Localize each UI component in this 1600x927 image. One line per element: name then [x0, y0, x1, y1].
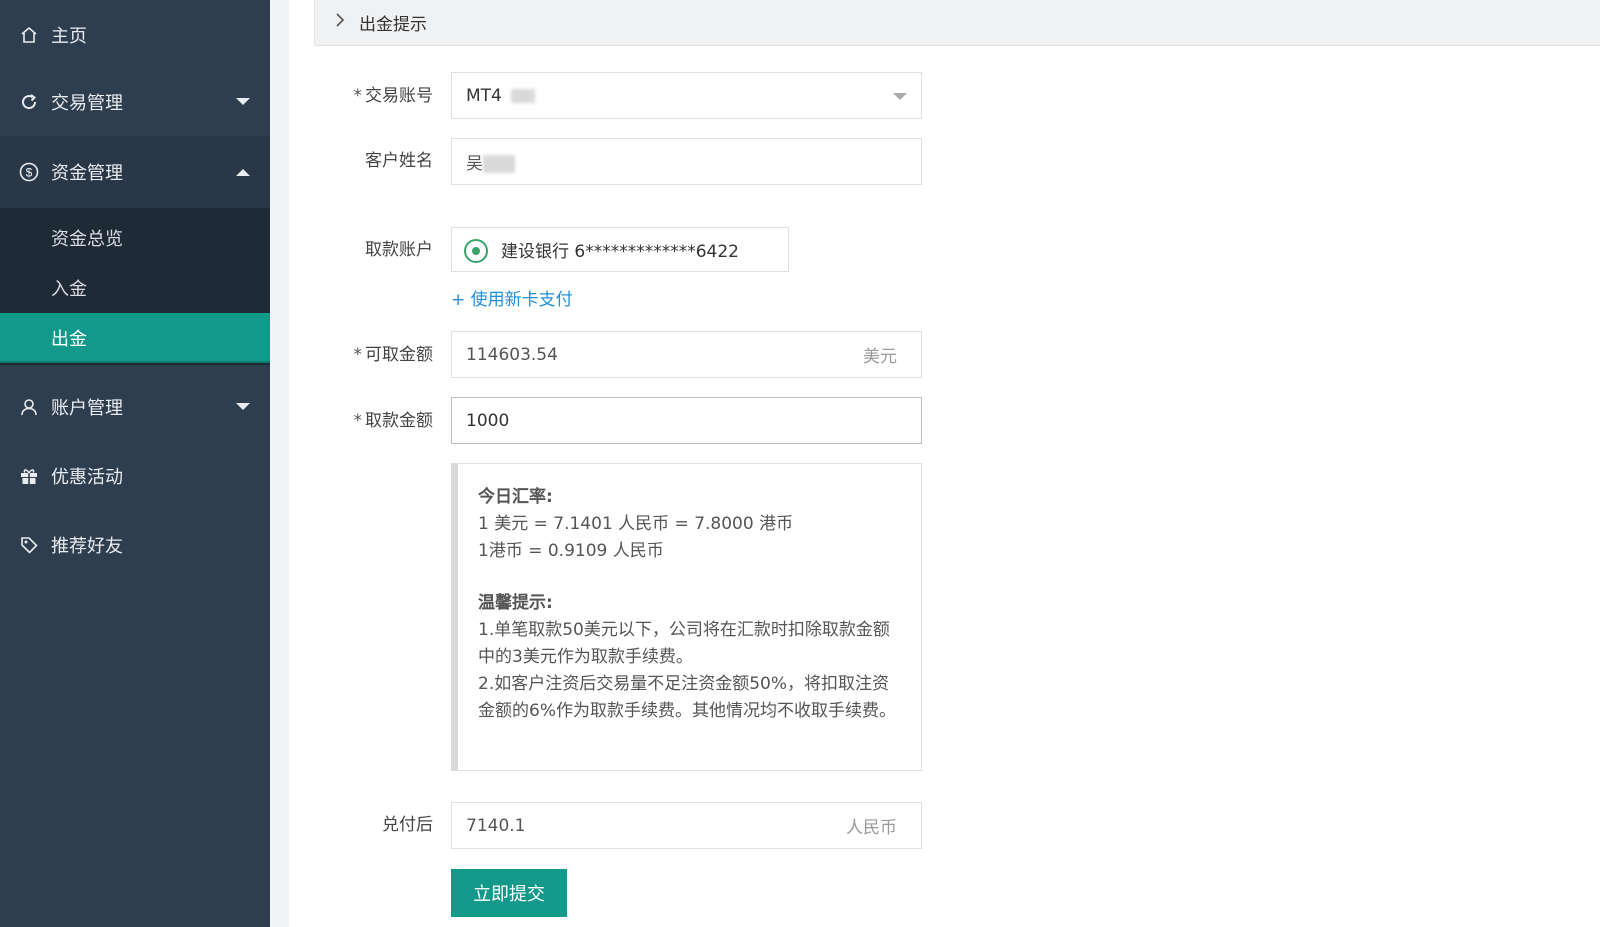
sidebar-item-fund-management[interactable]: $ 资金管理: [0, 136, 270, 208]
available-amount-field: 114603.54 美元: [451, 331, 922, 378]
fund-submenu: 资金总览 入金 出金: [0, 208, 270, 365]
sidebar-item-home[interactable]: 主页: [0, 0, 270, 69]
sidebar-item-label: 账户管理: [51, 397, 123, 419]
submenu-item-deposit[interactable]: 入金: [0, 263, 270, 313]
sidebar-item-promotions[interactable]: 优惠活动: [0, 441, 270, 510]
sidebar-item-label: 主页: [51, 25, 87, 47]
sidebar-item-label: 优惠活动: [51, 466, 123, 488]
rate-line-1: 1 美元 = 7.1401 人民币 = 7.8000 港币: [478, 514, 794, 534]
masked-name: [483, 155, 515, 173]
customer-name-value: 吴: [466, 154, 483, 174]
withdraw-account-label: 取款账户: [365, 240, 433, 260]
submenu-item-fund-overview[interactable]: 资金总览: [0, 213, 270, 263]
chevron-right-icon: [335, 13, 345, 31]
customer-name-field: 吴: [451, 138, 922, 185]
home-icon: [19, 25, 39, 45]
dollar-circle-icon: $: [19, 162, 39, 182]
after-exchange-value: 7140.1: [466, 815, 526, 836]
available-amount-label: * 可取金额: [353, 345, 434, 365]
panel-title: 出金提示: [359, 15, 427, 35]
after-exchange-unit: 人民币: [846, 818, 897, 838]
sidebar-item-label: 交易管理: [51, 92, 123, 114]
use-new-card-link[interactable]: + 使用新卡支付: [451, 285, 573, 310]
gift-icon: [19, 466, 39, 486]
submenu-item-withdraw[interactable]: 出金: [0, 313, 270, 363]
bank-account-text: 建设银行 6*************6422: [501, 242, 739, 262]
rate-title: 今日汇率:: [478, 487, 553, 507]
sidebar: 主页 交易管理 $ 资金管理 资金总览 入金 出金 账户管理 优惠活动 推荐好友: [0, 0, 270, 927]
sidebar-item-account-management[interactable]: 账户管理: [0, 372, 270, 441]
submit-button[interactable]: 立即提交: [451, 869, 567, 917]
withdraw-amount-input[interactable]: 1000: [451, 397, 922, 444]
chevron-up-icon: [236, 168, 250, 176]
after-exchange-label: 兑付后: [382, 815, 433, 835]
exchange-rate-tips-box: 今日汇率: 1 美元 = 7.1401 人民币 = 7.8000 港币 1港币 …: [451, 463, 922, 771]
tips-title: 温馨提示:: [478, 593, 553, 613]
masked-account-number: [511, 88, 536, 103]
after-exchange-field: 7140.1 人民币: [451, 802, 922, 849]
tips-line-2: 2.如客户注资后交易量不足注资金额50%，将扣取注资金额的6%作为取款手续费。其…: [478, 674, 896, 721]
chevron-down-icon: [236, 403, 250, 410]
rate-line-2: 1港币 = 0.9109 人民币: [478, 541, 664, 561]
available-amount-unit: 美元: [863, 347, 897, 367]
chevron-down-icon: [236, 98, 250, 105]
customer-name-label: 客户姓名: [365, 151, 433, 171]
user-icon: [19, 397, 39, 417]
withdraw-amount-value: 1000: [466, 410, 510, 431]
withdraw-amount-label: * 取款金额: [353, 411, 434, 431]
submenu-item-label: 资金总览: [51, 229, 123, 250]
sidebar-item-refer-friends[interactable]: 推荐好友: [0, 510, 270, 579]
tips-line-1: 1.单笔取款50美元以下，公司将在汇款时扣除取款金额中的3美元作为取款手续费。: [478, 620, 890, 667]
trade-account-value: MT4: [466, 85, 502, 106]
trade-account-label: * 交易账号: [353, 86, 434, 106]
chevron-down-icon: [893, 93, 907, 100]
submenu-item-label: 入金: [51, 279, 87, 300]
svg-text:$: $: [26, 166, 33, 180]
tag-icon: [19, 535, 39, 555]
radio-selected-icon[interactable]: [464, 239, 488, 263]
trade-account-select[interactable]: MT4: [451, 72, 922, 119]
content-gutter: [270, 0, 289, 927]
withdraw-tips-header[interactable]: 出金提示: [314, 0, 1600, 46]
refresh-icon: [19, 92, 39, 112]
bank-account-option[interactable]: 建设银行 6*************6422: [451, 227, 789, 272]
available-amount-value: 114603.54: [466, 344, 558, 365]
sidebar-item-label: 资金管理: [51, 163, 123, 184]
sidebar-item-label: 推荐好友: [51, 535, 123, 557]
submenu-item-label: 出金: [51, 329, 87, 350]
sidebar-item-trade-management[interactable]: 交易管理: [0, 67, 270, 136]
